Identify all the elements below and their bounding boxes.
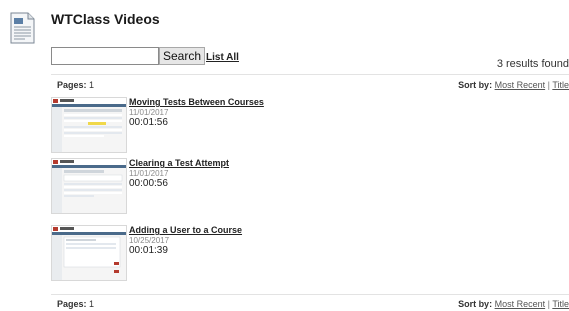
- page-number[interactable]: 1: [89, 299, 94, 309]
- pages-indicator: Pages: 1: [57, 80, 94, 90]
- sort-separator: |: [547, 80, 550, 90]
- video-item: Moving Tests Between Courses 11/01/2017 …: [51, 97, 471, 153]
- pager-top: Pages: 1 Sort by: Most Recent | Title: [51, 80, 569, 92]
- video-thumbnail[interactable]: [51, 97, 127, 153]
- video-item: Clearing a Test Attempt 11/01/2017 00:00…: [51, 158, 471, 214]
- search-button[interactable]: Search: [159, 47, 205, 65]
- video-thumbnail[interactable]: [51, 225, 127, 281]
- video-title-link[interactable]: Moving Tests Between Courses: [129, 97, 264, 107]
- video-date: 11/01/2017: [129, 108, 169, 117]
- video-duration: 00:00:56: [129, 178, 168, 189]
- sort-by-label: Sort by:: [458, 80, 493, 90]
- divider-bottom: [51, 294, 569, 295]
- video-thumbnail[interactable]: [51, 158, 127, 214]
- pager-bottom: Pages: 1 Sort by: Most Recent | Title: [51, 299, 569, 311]
- results-count: 3 results found: [496, 58, 569, 70]
- sort-most-recent-link[interactable]: Most Recent: [495, 80, 546, 90]
- sort-by-label: Sort by:: [458, 299, 493, 309]
- video-duration: 00:01:56: [129, 117, 168, 128]
- divider-top: [51, 74, 569, 75]
- page-number[interactable]: 1: [89, 80, 94, 90]
- video-title-link[interactable]: Clearing a Test Attempt: [129, 158, 229, 168]
- pages-label: Pages:: [57, 80, 87, 90]
- page-title: WTClass Videos: [51, 11, 160, 27]
- document-page-icon: [9, 12, 36, 44]
- pages-label: Pages:: [57, 299, 87, 309]
- video-date: 11/01/2017: [129, 169, 169, 178]
- sort-by-control: Sort by: Most Recent | Title: [458, 299, 569, 309]
- list-all-link[interactable]: List All: [206, 52, 239, 63]
- search-input[interactable]: [51, 47, 159, 65]
- sort-title-link[interactable]: Title: [552, 80, 569, 90]
- sort-most-recent-link[interactable]: Most Recent: [495, 299, 546, 309]
- video-date: 10/25/2017: [129, 236, 170, 245]
- video-duration: 00:01:39: [129, 245, 168, 256]
- sort-separator: |: [547, 299, 550, 309]
- video-title-link[interactable]: Adding a User to a Course: [129, 225, 242, 235]
- sort-by-control: Sort by: Most Recent | Title: [458, 80, 569, 90]
- sort-title-link[interactable]: Title: [552, 299, 569, 309]
- video-item: Adding a User to a Course 10/25/2017 00:…: [51, 225, 471, 281]
- pages-indicator: Pages: 1: [57, 299, 94, 309]
